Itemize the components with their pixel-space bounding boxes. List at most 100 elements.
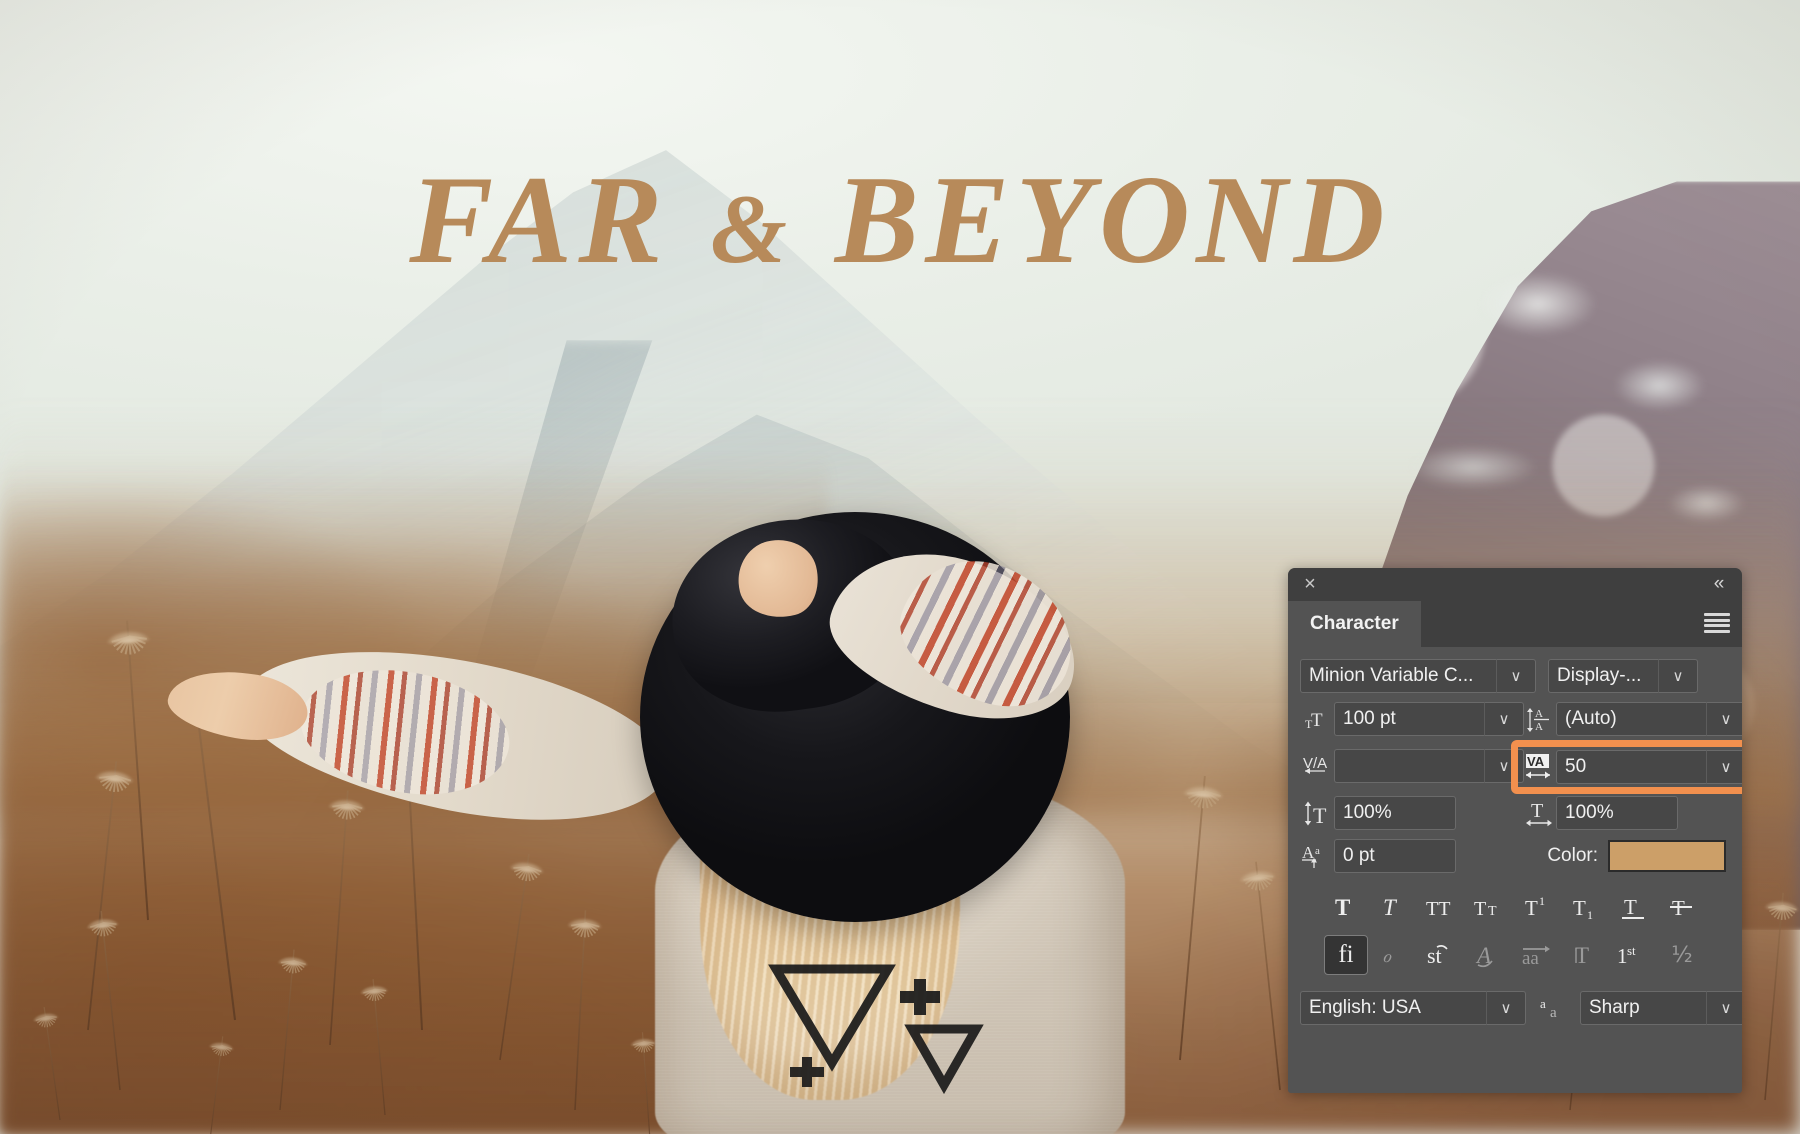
collapse-panel-icon[interactable]: « bbox=[1706, 572, 1730, 596]
kerning-group: V/A ∨ bbox=[1300, 749, 1522, 783]
old-style-button[interactable]: aa bbox=[1516, 935, 1560, 975]
headline-word-after: BEYOND bbox=[835, 151, 1391, 290]
svg-text:T: T bbox=[1573, 896, 1586, 920]
hamburger-line bbox=[1704, 624, 1730, 627]
size-group: T T 100 pt ∨ bbox=[1300, 702, 1522, 736]
font-style-input[interactable]: Display-... bbox=[1548, 659, 1658, 693]
svg-text:A: A bbox=[1302, 843, 1315, 862]
tracking-group: VA 50 ∨ bbox=[1522, 745, 1742, 787]
svg-text:T: T bbox=[1383, 895, 1398, 920]
chevron-down-icon[interactable]: ∨ bbox=[1486, 991, 1526, 1025]
chevron-down-icon[interactable]: ∨ bbox=[1484, 702, 1524, 736]
chevron-down-icon[interactable]: ∨ bbox=[1496, 659, 1536, 693]
svg-text:ℴ: ℴ bbox=[1382, 945, 1392, 967]
character-panel: × « Character Minion Variable C... ∨ Dis… bbox=[1288, 568, 1742, 1093]
titling-alternates-button[interactable]: T bbox=[1564, 935, 1608, 975]
text-color-swatch[interactable] bbox=[1608, 840, 1726, 872]
opentype-buttons-row: fi ℴ st A aa T 1st ½ bbox=[1324, 935, 1730, 975]
svg-text:T: T bbox=[1575, 943, 1589, 968]
chevron-down-icon[interactable]: ∨ bbox=[1706, 991, 1742, 1025]
panel-tab-row: Character bbox=[1288, 601, 1742, 647]
tracking-icon: VA bbox=[1522, 750, 1556, 784]
panel-body: Minion Variable C... ∨ Display-... ∨ T T… bbox=[1288, 647, 1742, 1025]
faux-italic-button[interactable]: T bbox=[1372, 887, 1416, 927]
svg-text:T: T bbox=[1313, 803, 1327, 827]
tab-character[interactable]: Character bbox=[1288, 601, 1421, 647]
svg-text:a: a bbox=[1315, 845, 1320, 857]
subscript-button[interactable]: T1 bbox=[1564, 887, 1608, 927]
leading-input[interactable]: (Auto) bbox=[1556, 702, 1706, 736]
horizontal-scale-input[interactable]: 100% bbox=[1556, 796, 1678, 830]
headline-ampersand: & bbox=[707, 175, 798, 284]
leading-combo[interactable]: (Auto) ∨ bbox=[1556, 702, 1742, 736]
swash-button[interactable]: A bbox=[1468, 935, 1512, 975]
svg-text:st: st bbox=[1627, 943, 1636, 958]
panel-menu-icon[interactable] bbox=[1704, 613, 1730, 633]
horizontal-scale-group: T 100% bbox=[1522, 796, 1730, 830]
hamburger-line bbox=[1704, 630, 1730, 633]
font-style-combo[interactable]: Display-... ∨ bbox=[1548, 659, 1698, 693]
svg-text:1: 1 bbox=[1539, 894, 1545, 908]
language-input[interactable]: English: USA bbox=[1300, 991, 1486, 1025]
svg-text:T: T bbox=[1311, 710, 1323, 731]
kerning-icon: V/A bbox=[1300, 749, 1334, 783]
kerning-input[interactable] bbox=[1334, 749, 1484, 783]
svg-text:a: a bbox=[1550, 1005, 1557, 1021]
anti-alias-input[interactable]: Sharp bbox=[1580, 991, 1706, 1025]
svg-text:A: A bbox=[1535, 721, 1543, 733]
chevron-down-icon[interactable]: ∨ bbox=[1706, 702, 1742, 736]
color-group: Color: bbox=[1522, 840, 1730, 872]
font-size-combo[interactable]: 100 pt ∨ bbox=[1334, 702, 1524, 736]
vertical-scale-input[interactable]: 100% bbox=[1334, 796, 1456, 830]
superscript-button[interactable]: T1 bbox=[1516, 887, 1560, 927]
language-antialias-row: English: USA ∨ a a Sharp ∨ bbox=[1300, 981, 1730, 1025]
baseline-shift-group: A a 0 pt bbox=[1300, 839, 1522, 873]
baseline-shift-input[interactable]: 0 pt bbox=[1334, 839, 1456, 873]
size-leading-row: T T 100 pt ∨ A A bbox=[1300, 702, 1730, 736]
ordinals-button[interactable]: 1st bbox=[1612, 935, 1656, 975]
svg-text:T: T bbox=[1488, 904, 1497, 919]
chevron-down-icon[interactable]: ∨ bbox=[1658, 659, 1698, 693]
font-size-input[interactable]: 100 pt bbox=[1334, 702, 1484, 736]
svg-text:VA: VA bbox=[1527, 754, 1545, 769]
hamburger-line bbox=[1704, 619, 1730, 622]
color-label: Color: bbox=[1547, 845, 1598, 867]
headline-text[interactable]: FAR & BEYOND bbox=[0, 155, 1800, 287]
fractions-button[interactable]: ½ bbox=[1660, 935, 1704, 975]
tracking-input[interactable]: 50 bbox=[1556, 750, 1706, 784]
aztec-pattern bbox=[760, 955, 990, 1134]
headline-word-before: FAR bbox=[409, 151, 668, 290]
svg-text:TT: TT bbox=[1426, 898, 1450, 920]
chevron-down-icon[interactable]: ∨ bbox=[1706, 750, 1742, 784]
panel-titlebar: × « bbox=[1288, 568, 1742, 601]
vertical-scale-group: T 100% bbox=[1300, 796, 1522, 830]
svg-text:a: a bbox=[1540, 996, 1546, 1011]
faux-bold-button[interactable]: T bbox=[1324, 887, 1368, 927]
svg-text:T: T bbox=[1531, 800, 1543, 822]
font-family-input[interactable]: Minion Variable C... bbox=[1300, 659, 1496, 693]
svg-text:V/A: V/A bbox=[1303, 755, 1327, 772]
font-size-icon: T T bbox=[1300, 702, 1334, 736]
strikethrough-button[interactable]: T bbox=[1660, 887, 1704, 927]
tracking-combo[interactable]: 50 ∨ bbox=[1556, 750, 1742, 784]
svg-text:T: T bbox=[1474, 898, 1486, 920]
font-family-combo[interactable]: Minion Variable C... ∨ bbox=[1300, 659, 1536, 693]
language-combo[interactable]: English: USA ∨ bbox=[1300, 991, 1526, 1025]
hamburger-line bbox=[1704, 613, 1730, 616]
underline-button[interactable]: T bbox=[1612, 887, 1656, 927]
all-caps-button[interactable]: TT bbox=[1420, 887, 1464, 927]
svg-text:1: 1 bbox=[1617, 944, 1628, 968]
tracking-highlight-box: VA 50 ∨ bbox=[1511, 740, 1742, 794]
svg-text:A: A bbox=[1535, 708, 1543, 720]
discretionary-ligatures-button[interactable]: st bbox=[1420, 935, 1464, 975]
small-caps-button[interactable]: TT bbox=[1468, 887, 1512, 927]
svg-text:1: 1 bbox=[1587, 908, 1593, 921]
kerning-combo[interactable]: ∨ bbox=[1334, 749, 1524, 783]
standard-ligatures-button[interactable]: fi bbox=[1324, 935, 1368, 975]
baseline-shift-icon: A a bbox=[1300, 839, 1334, 873]
vertical-scale-icon: T bbox=[1300, 796, 1334, 830]
font-row: Minion Variable C... ∨ Display-... ∨ bbox=[1300, 659, 1730, 693]
contextual-alternates-button[interactable]: ℴ bbox=[1372, 935, 1416, 975]
anti-alias-combo[interactable]: Sharp ∨ bbox=[1580, 991, 1742, 1025]
close-icon[interactable]: × bbox=[1300, 574, 1320, 594]
